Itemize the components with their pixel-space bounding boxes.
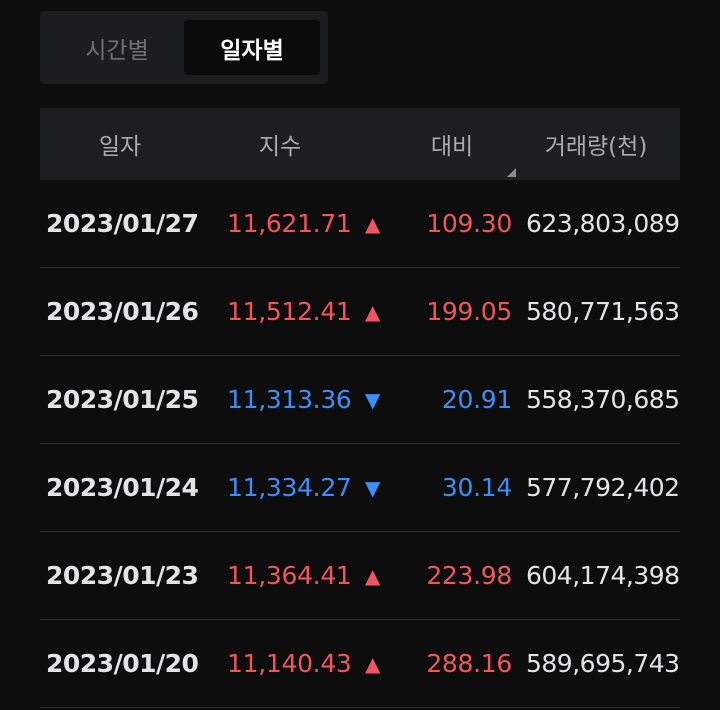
row-date: 2023/01/27 xyxy=(46,209,199,238)
row-date: 2023/01/25 xyxy=(46,385,199,414)
header-date[interactable]: 일자 xyxy=(40,108,200,180)
row-change: 288.16 xyxy=(426,649,512,678)
up-arrow-icon: ▲ xyxy=(365,299,381,324)
header-index[interactable]: 지수 xyxy=(200,108,360,180)
row-volume: 589,695,743 xyxy=(526,649,680,678)
table-row: 2023/01/20 11,140.43 ▲ 288.16 589,695,74… xyxy=(40,620,680,708)
down-arrow-icon: ▼ xyxy=(365,475,381,500)
period-tab-group: 시간별 일자별 xyxy=(40,11,328,84)
row-change: 30.14 xyxy=(441,473,512,502)
table-header: 일자 지수 대비 거래량(천) xyxy=(40,108,680,180)
tab-daily[interactable]: 일자별 xyxy=(184,20,320,75)
row-volume: 580,771,563 xyxy=(526,297,680,326)
row-index: 11,334.27 xyxy=(227,473,352,502)
up-arrow-icon: ▲ xyxy=(365,563,381,588)
header-volume[interactable]: 거래량(천) xyxy=(512,108,680,180)
row-date: 2023/01/24 xyxy=(46,473,199,502)
row-date: 2023/01/23 xyxy=(46,561,199,590)
row-index: 11,313.36 xyxy=(227,385,352,414)
up-arrow-icon: ▲ xyxy=(365,211,381,236)
table-row: 2023/01/25 11,313.36 ▼ 20.91 558,370,685 xyxy=(40,356,680,444)
row-change: 109.30 xyxy=(426,209,512,238)
row-volume: 604,174,398 xyxy=(526,561,680,590)
row-date: 2023/01/20 xyxy=(46,649,199,678)
table-row: 2023/01/27 11,621.71 ▲ 109.30 623,803,08… xyxy=(40,180,680,268)
page: 시간별 일자별 일자 지수 대비 거래량(천) 2023/01/27 11,62… xyxy=(0,0,720,710)
table-row: 2023/01/26 11,512.41 ▲ 199.05 580,771,56… xyxy=(40,268,680,356)
row-index: 11,512.41 xyxy=(227,297,352,326)
index-history-table: 일자 지수 대비 거래량(천) 2023/01/27 11,621.71 ▲ 1… xyxy=(40,108,680,708)
row-volume: 558,370,685 xyxy=(526,385,680,414)
row-volume: 577,792,402 xyxy=(526,473,680,502)
header-change[interactable]: 대비 xyxy=(392,108,512,180)
row-index: 11,621.71 xyxy=(227,209,352,238)
row-date: 2023/01/26 xyxy=(46,297,199,326)
row-volume: 623,803,089 xyxy=(526,209,680,238)
row-change: 223.98 xyxy=(426,561,512,590)
row-index: 11,364.41 xyxy=(227,561,352,590)
tab-time[interactable]: 시간별 xyxy=(49,20,185,75)
up-arrow-icon: ▲ xyxy=(365,651,381,676)
row-index: 11,140.43 xyxy=(227,649,352,678)
down-arrow-icon: ▼ xyxy=(365,387,381,412)
row-change: 199.05 xyxy=(426,297,512,326)
table-row: 2023/01/23 11,364.41 ▲ 223.98 604,174,39… xyxy=(40,532,680,620)
row-change: 20.91 xyxy=(441,385,512,414)
table-row: 2023/01/24 11,334.27 ▼ 30.14 577,792,402 xyxy=(40,444,680,532)
